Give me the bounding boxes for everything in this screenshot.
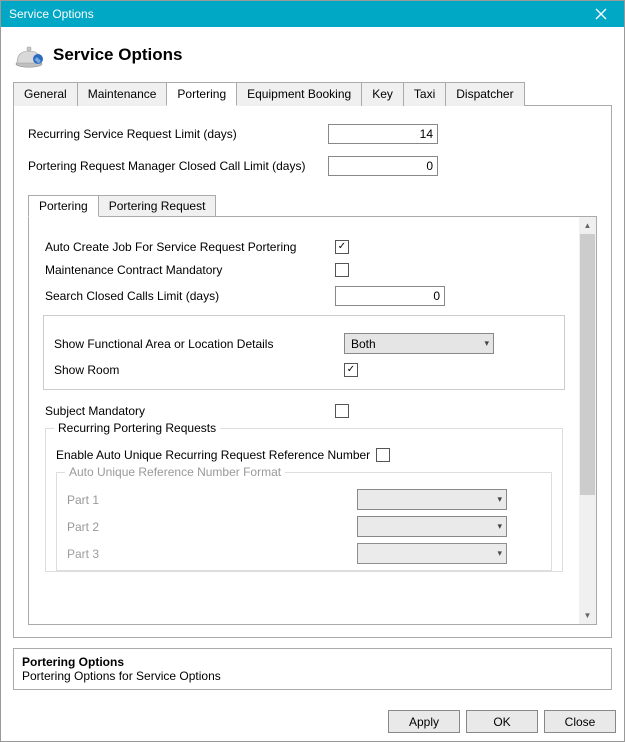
show-func-area-label: Show Functional Area or Location Details bbox=[54, 337, 344, 351]
part1-dropdown[interactable]: ▾ bbox=[357, 489, 507, 510]
tab-taxi[interactable]: Taxi bbox=[403, 82, 446, 106]
inner-panel-wrap: Auto Create Job For Service Request Port… bbox=[28, 216, 597, 625]
button-bar: Apply OK Close bbox=[1, 702, 624, 741]
scroll-thumb[interactable] bbox=[580, 234, 595, 495]
recurring-limit-input[interactable] bbox=[328, 124, 438, 144]
closed-call-limit-input[interactable] bbox=[328, 156, 438, 176]
part2-dropdown[interactable]: ▾ bbox=[357, 516, 507, 537]
recurring-portering-fieldset: Recurring Portering Requests Enable Auto… bbox=[45, 428, 563, 572]
maint-contract-mandatory-checkbox[interactable] bbox=[335, 263, 349, 277]
show-func-area-dropdown[interactable]: Both ▾ bbox=[344, 333, 494, 354]
description-box: Portering Options Portering Options for … bbox=[13, 648, 612, 690]
close-button[interactable]: Close bbox=[544, 710, 616, 733]
service-bell-icon bbox=[13, 39, 45, 71]
chevron-down-icon: ▾ bbox=[497, 521, 502, 532]
tab-general[interactable]: General bbox=[13, 82, 78, 106]
recurring-portering-legend: Recurring Portering Requests bbox=[54, 421, 220, 435]
description-title: Portering Options bbox=[22, 655, 603, 669]
tab-maintenance[interactable]: Maintenance bbox=[77, 82, 168, 106]
part3-label: Part 3 bbox=[67, 547, 357, 561]
titlebar: Service Options bbox=[1, 1, 624, 27]
content-area: Service Options General Maintenance Port… bbox=[1, 27, 624, 702]
page-title: Service Options bbox=[53, 45, 182, 65]
show-func-area-value: Both bbox=[351, 337, 376, 351]
show-room-checkbox[interactable]: ✓ bbox=[344, 363, 358, 377]
auto-create-job-label: Auto Create Job For Service Request Port… bbox=[45, 240, 335, 254]
part3-dropdown[interactable]: ▾ bbox=[357, 543, 507, 564]
scroll-up-arrow-icon[interactable]: ▲ bbox=[579, 217, 596, 234]
chevron-down-icon: ▾ bbox=[484, 338, 489, 349]
chevron-down-icon: ▾ bbox=[497, 548, 502, 559]
tab-dispatcher[interactable]: Dispatcher bbox=[445, 82, 524, 106]
vertical-scrollbar[interactable]: ▲ ▼ bbox=[579, 217, 596, 624]
part2-label: Part 2 bbox=[67, 520, 357, 534]
enable-unique-ref-checkbox[interactable] bbox=[376, 448, 390, 462]
enable-unique-ref-label: Enable Auto Unique Recurring Request Ref… bbox=[56, 448, 370, 462]
close-icon[interactable] bbox=[584, 4, 618, 24]
search-closed-calls-label: Search Closed Calls Limit (days) bbox=[45, 289, 335, 303]
apply-button[interactable]: Apply bbox=[388, 710, 460, 733]
subject-mandatory-label: Subject Mandatory bbox=[45, 404, 335, 418]
chevron-down-icon: ▾ bbox=[497, 494, 502, 505]
scroll-down-arrow-icon[interactable]: ▼ bbox=[579, 607, 596, 624]
auto-create-job-checkbox[interactable]: ✓ bbox=[335, 240, 349, 254]
description-text: Portering Options for Service Options bbox=[22, 669, 603, 683]
closed-call-limit-label: Portering Request Manager Closed Call Li… bbox=[28, 159, 328, 173]
portering-panel: Recurring Service Request Limit (days) P… bbox=[13, 106, 612, 638]
portering-inner-panel: Auto Create Job For Service Request Port… bbox=[29, 217, 579, 624]
ref-number-format-fieldset: Auto Unique Reference Number Format Part… bbox=[56, 472, 552, 571]
ref-number-format-legend: Auto Unique Reference Number Format bbox=[65, 465, 285, 479]
recurring-limit-label: Recurring Service Request Limit (days) bbox=[28, 127, 328, 141]
inner-tab-portering[interactable]: Portering bbox=[28, 195, 99, 217]
inner-tab-portering-request[interactable]: Portering Request bbox=[98, 195, 217, 217]
window-title: Service Options bbox=[9, 7, 584, 21]
maint-contract-mandatory-label: Maintenance Contract Mandatory bbox=[45, 263, 335, 277]
inner-tabstrip: Portering Portering Request bbox=[28, 194, 597, 216]
part1-label: Part 1 bbox=[67, 493, 357, 507]
search-closed-calls-input[interactable] bbox=[335, 286, 445, 306]
ok-button[interactable]: OK bbox=[466, 710, 538, 733]
tab-key[interactable]: Key bbox=[361, 82, 404, 106]
show-room-label: Show Room bbox=[54, 363, 344, 377]
subject-mandatory-checkbox[interactable] bbox=[335, 404, 349, 418]
scroll-track[interactable] bbox=[579, 234, 596, 607]
header-row: Service Options bbox=[13, 39, 612, 71]
main-tabstrip: General Maintenance Portering Equipment … bbox=[13, 81, 612, 106]
tab-equipment-booking[interactable]: Equipment Booking bbox=[236, 82, 362, 106]
location-subgroup: Show Functional Area or Location Details… bbox=[43, 315, 565, 390]
tab-portering[interactable]: Portering bbox=[166, 82, 237, 106]
